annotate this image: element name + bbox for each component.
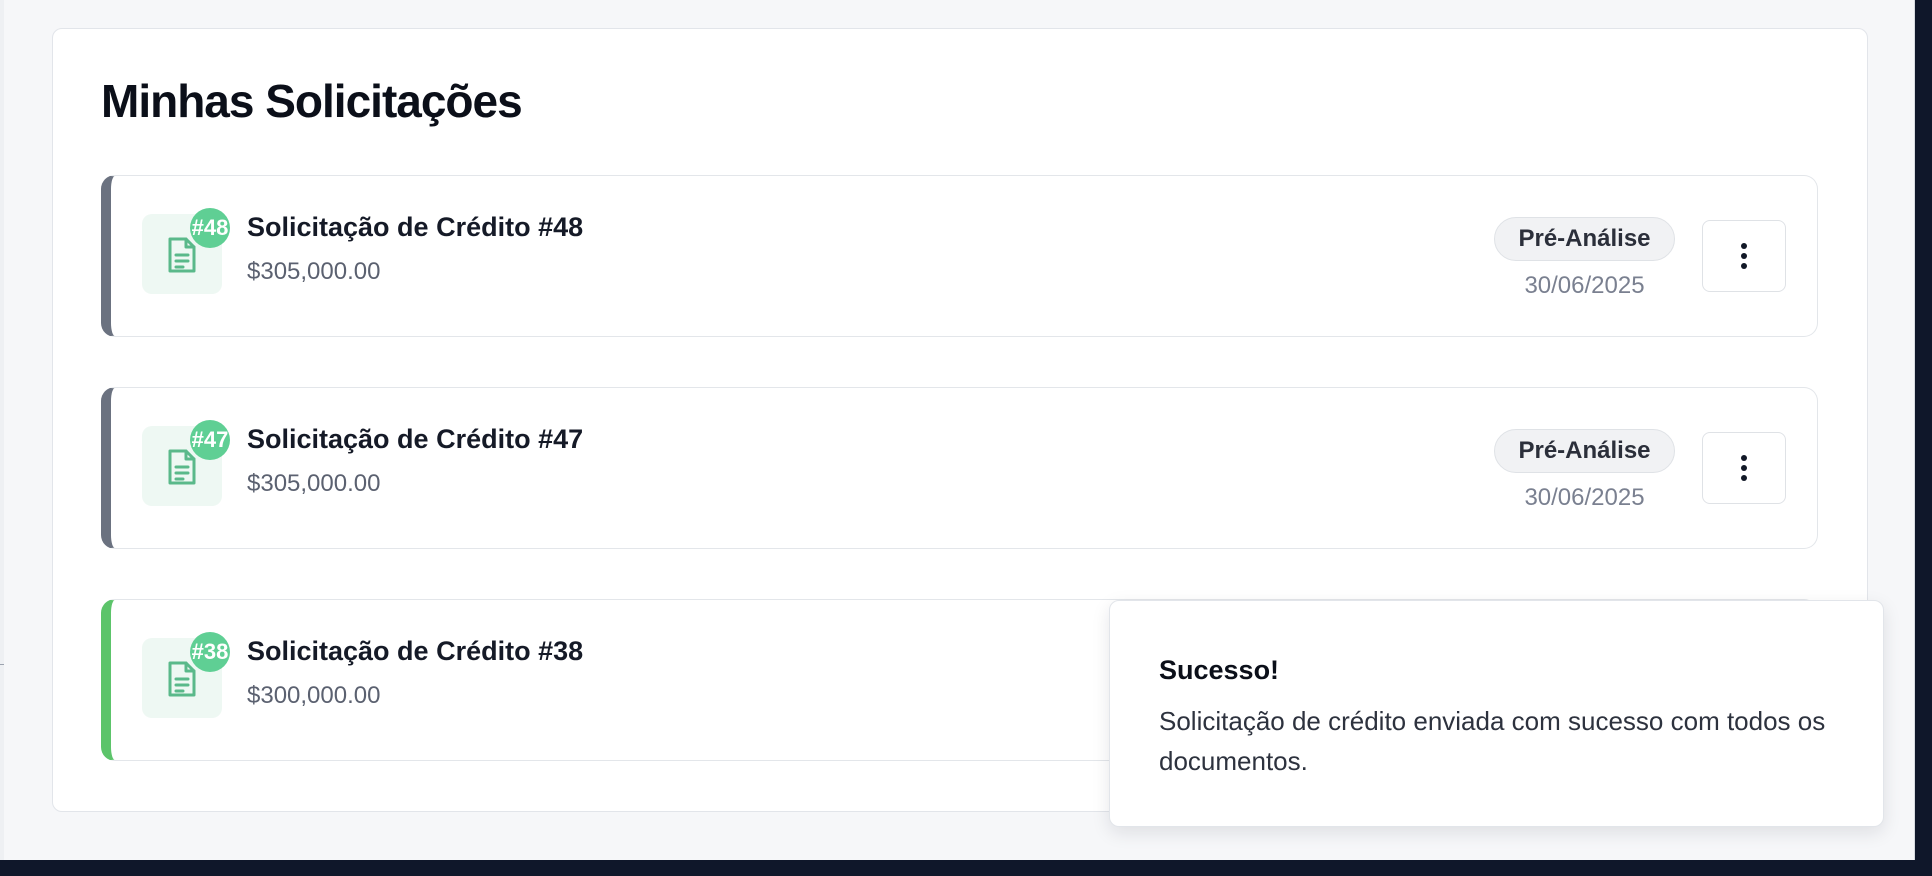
file-text-icon	[168, 237, 196, 273]
request-card-47[interactable]: #47 Solicitação de Crédito #47 $305,000.…	[101, 387, 1818, 549]
request-date: 30/06/2025	[1524, 272, 1645, 299]
request-amount: $305,000.00	[247, 470, 381, 497]
request-card-48[interactable]: #48 Solicitação de Crédito #48 $305,000.…	[101, 175, 1818, 337]
request-number-badge: #48	[190, 208, 230, 248]
status-badge: Pré-Análise	[1494, 217, 1675, 261]
request-number-badge: #38	[190, 632, 230, 672]
status-badge: Pré-Análise	[1494, 429, 1675, 473]
file-text-icon	[168, 449, 196, 485]
success-toast[interactable]: Sucesso! Solicitação de crédito enviada …	[1109, 600, 1884, 827]
more-vertical-icon	[1741, 455, 1747, 481]
request-amount: $305,000.00	[247, 258, 381, 285]
left-edge-divider	[0, 664, 4, 665]
file-text-icon	[168, 661, 196, 697]
request-title: Solicitação de Crédito #48	[247, 212, 584, 242]
more-options-button[interactable]	[1702, 220, 1786, 292]
request-date: 30/06/2025	[1524, 484, 1645, 511]
request-amount: $300,000.00	[247, 682, 381, 709]
toast-message: Solicitação de crédito enviada com suces…	[1159, 706, 1826, 776]
more-vertical-icon	[1741, 243, 1747, 269]
request-title: Solicitação de Crédito #47	[247, 424, 584, 454]
toast-title: Sucesso!	[1159, 655, 1280, 685]
left-edge-strip	[0, 0, 4, 860]
request-title: Solicitação de Crédito #38	[247, 636, 584, 666]
request-number-badge: #47	[190, 420, 230, 460]
page-title: Minhas Solicitações	[101, 75, 523, 127]
more-options-button[interactable]	[1702, 432, 1786, 504]
